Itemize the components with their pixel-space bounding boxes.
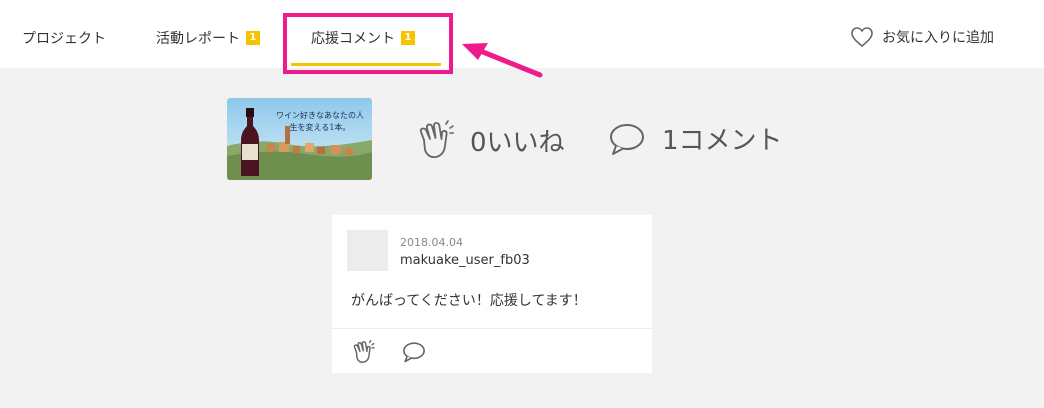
heart-icon [851,27,873,48]
add-favorite-button[interactable]: お気に入りに追加 [850,26,994,48]
comment-date: 2018.04.04 [400,236,463,249]
annotation-arrow-icon [462,43,543,78]
favorite-label: お気に入りに追加 [882,30,994,46]
count-badge: 1 [246,31,260,45]
like-counter[interactable]: 0いいね [416,120,565,160]
comment-actions [351,339,426,368]
avatar[interactable] [347,230,388,271]
tab-label: 活動レポート [156,31,240,47]
project-thumbnail[interactable]: ワイン好きなあなたの人生を変える1本。 [227,98,372,180]
comment-text: がんばってください！応援してます！ [351,293,587,309]
tab-activity-report[interactable]: 活動レポート 1 [156,28,260,48]
speech-bubble-icon [610,123,644,155]
thumbnail-caption: ワイン好きなあなたの人生を変える1本。 [276,111,364,132]
clap-icon [353,339,375,363]
likes-label: 0いいね [470,127,565,158]
comments-label: 1コメント [662,126,783,156]
comment-reply-button[interactable] [402,341,426,367]
comment-counter[interactable]: 1コメント [608,120,783,157]
comment-username[interactable]: makuake_user_fb03 [400,253,530,268]
comment-clap-button[interactable] [351,339,375,368]
tab-project[interactable]: プロジェクト [22,28,106,48]
speech-bubble-icon [403,342,425,363]
annotation-highlight-box [283,13,453,74]
clap-icon [419,120,454,159]
comment-card: 2018.04.04 makuake_user_fb03 がんばってください！応… [332,215,652,373]
tab-label: プロジェクト [22,31,106,47]
divider [332,328,652,329]
